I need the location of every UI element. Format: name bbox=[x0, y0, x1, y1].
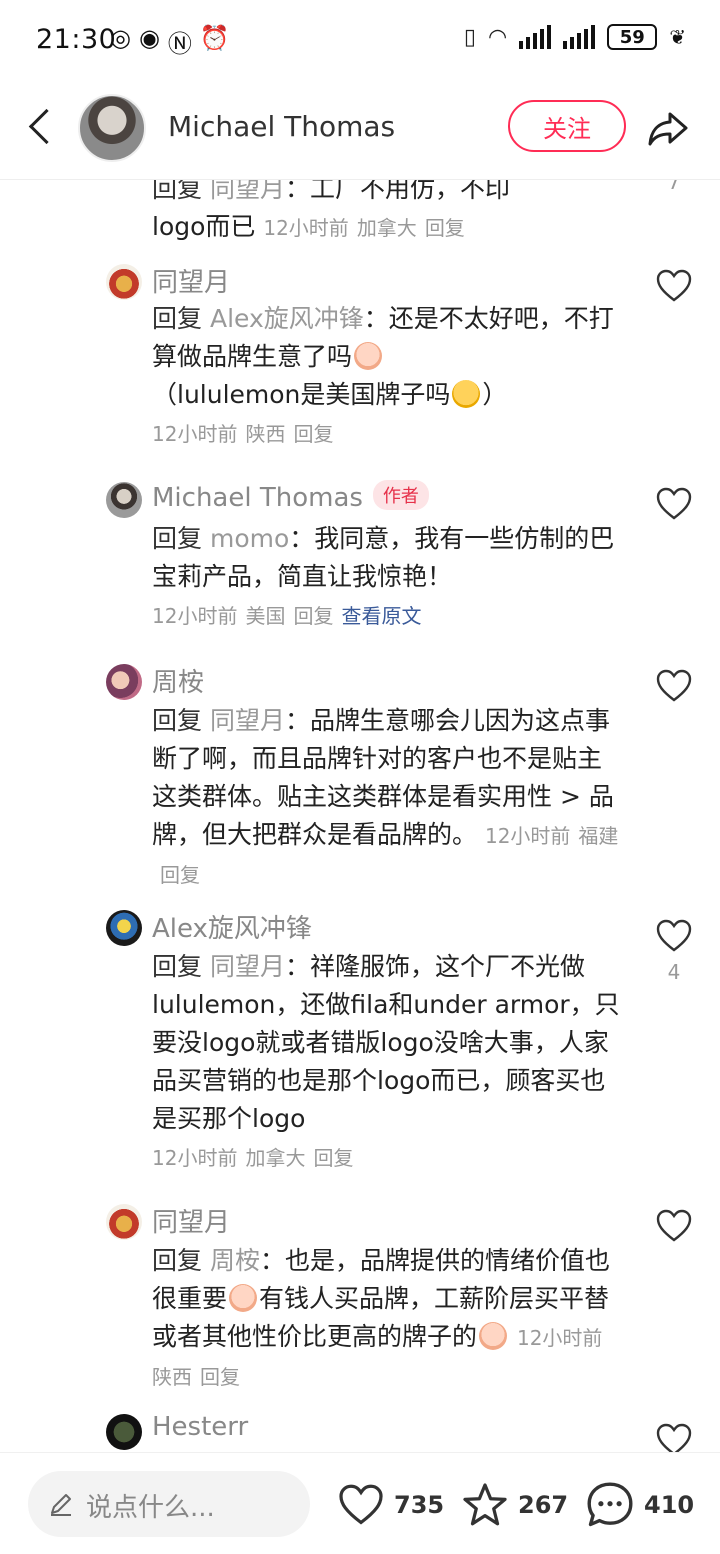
status-left-icons: ◎ ◉ Ⓝ ⏰ bbox=[110, 24, 230, 59]
reply-button[interactable]: 回复 bbox=[313, 1146, 353, 1170]
like-count: 4 bbox=[667, 960, 681, 984]
heart-icon[interactable] bbox=[654, 484, 694, 524]
signal-icon-2 bbox=[563, 25, 596, 49]
commenter-name[interactable]: Hesterr bbox=[152, 1412, 248, 1442]
comment-body: 回复 同望月：祥隆服饰，这个厂不光做lululemon，还做fila和under… bbox=[152, 952, 620, 1170]
vibrate-icon: ▯ bbox=[463, 24, 477, 50]
header: Michael Thomas 关注 bbox=[0, 84, 720, 180]
reply-button[interactable]: 回复 bbox=[200, 1365, 240, 1389]
battery-icon: 59 bbox=[607, 24, 658, 50]
like-button[interactable]: 735 bbox=[336, 1477, 444, 1533]
commenter-name[interactable]: 周桉 bbox=[152, 662, 204, 699]
comment-body: 回复 同望月：工厂不用仿，不印 logo而已 12小时前 加拿大 回复 bbox=[152, 180, 510, 241]
crying-emoji-icon bbox=[479, 1322, 508, 1350]
hd-icon: ◎ bbox=[110, 24, 131, 52]
star-icon bbox=[463, 1483, 507, 1526]
heart-icon bbox=[339, 1484, 383, 1525]
reply-button[interactable]: 回复 bbox=[293, 604, 333, 628]
author-badge: 作者 bbox=[372, 480, 429, 510]
crying-emoji-icon bbox=[229, 1284, 258, 1312]
back-button[interactable] bbox=[22, 106, 62, 150]
heart-icon[interactable] bbox=[654, 266, 694, 306]
commenter-name[interactable]: 同望月 bbox=[152, 1202, 230, 1239]
alarm-icon: ⏰ bbox=[199, 24, 230, 52]
commenter-name[interactable]: 同望月 bbox=[152, 262, 230, 299]
status-time: 21:30 bbox=[36, 24, 117, 55]
status-right-icons: ▯ ◠ 59 ❦ bbox=[464, 24, 686, 50]
status-bar: 21:30 ◎ ◉ Ⓝ ⏰ ▯ ◠ 59 ❦ bbox=[0, 0, 720, 84]
avatar[interactable] bbox=[106, 910, 142, 946]
comment-body: 回复 momo：我同意，我有一些仿制的巴宝莉产品，简直让我惊艳！ 12小时前 美国… bbox=[152, 524, 615, 628]
leaf-icon: ❦ bbox=[669, 25, 686, 49]
comment-body: 回复 周桉：也是，品牌提供的情绪价值也很重要 有钱人买品牌，工薪阶层买平替或者其他… bbox=[152, 1246, 610, 1389]
crying-emoji-icon bbox=[354, 342, 383, 370]
comment-total: 410 bbox=[644, 1491, 695, 1519]
comment-input[interactable]: 说点什么... bbox=[28, 1471, 310, 1537]
avatar[interactable] bbox=[106, 482, 142, 518]
like-count: 7 bbox=[667, 180, 681, 194]
share-icon[interactable] bbox=[644, 104, 692, 152]
avatar[interactable] bbox=[78, 94, 146, 162]
avatar[interactable] bbox=[106, 1414, 142, 1450]
heart-icon[interactable] bbox=[654, 666, 694, 706]
eye-icon: ◉ bbox=[138, 24, 160, 52]
reply-button[interactable]: 回复 bbox=[425, 216, 465, 240]
commenter-name[interactable]: Michael Thomas 作者 bbox=[152, 480, 429, 513]
follow-button[interactable]: 关注 bbox=[508, 100, 626, 152]
view-original-link[interactable]: 查看原文 bbox=[341, 604, 421, 628]
avatar[interactable] bbox=[106, 264, 142, 300]
comment-button[interactable]: 410 bbox=[584, 1477, 694, 1533]
favorite-button[interactable]: 267 bbox=[460, 1477, 568, 1533]
heart-icon[interactable] bbox=[654, 916, 694, 956]
commenter-name[interactable]: Alex旋风冲锋 bbox=[152, 908, 312, 945]
comment-input-placeholder: 说点什么... bbox=[86, 1493, 215, 1523]
bottom-bar: 说点什么... 735 267 410 bbox=[0, 1452, 720, 1554]
heart-icon[interactable] bbox=[654, 1420, 694, 1452]
signal-icon bbox=[519, 25, 552, 49]
thinking-emoji-icon bbox=[452, 380, 481, 408]
heart-icon[interactable] bbox=[654, 1206, 694, 1246]
like-total: 735 bbox=[394, 1491, 445, 1519]
reply-button[interactable]: 回复 bbox=[160, 863, 200, 887]
avatar[interactable] bbox=[106, 1204, 142, 1240]
avatar[interactable] bbox=[106, 664, 142, 700]
comment-list: 回复 同望月：工厂不用仿，不印 logo而已 12小时前 加拿大 回复 7 同望月 … bbox=[0, 180, 720, 1452]
favorite-total: 267 bbox=[518, 1491, 569, 1519]
user-name[interactable]: Michael Thomas bbox=[168, 110, 395, 143]
nfc-icon: Ⓝ bbox=[167, 30, 192, 58]
pencil-icon bbox=[51, 1494, 71, 1516]
comment-bubble-icon bbox=[587, 1482, 633, 1527]
comment-body: 回复 同望月：品牌生意哪会儿因为这点事断了啊，而且品牌针对的客户也不是贴主这类群… bbox=[152, 706, 619, 887]
wifi-icon: ◠ bbox=[488, 24, 508, 50]
comment-body: 回复 Alex旋风冲锋：还是不太好吧，不打算做品牌生意了吗 （lululemon… bbox=[152, 304, 614, 446]
reply-button[interactable]: 回复 bbox=[293, 422, 333, 446]
